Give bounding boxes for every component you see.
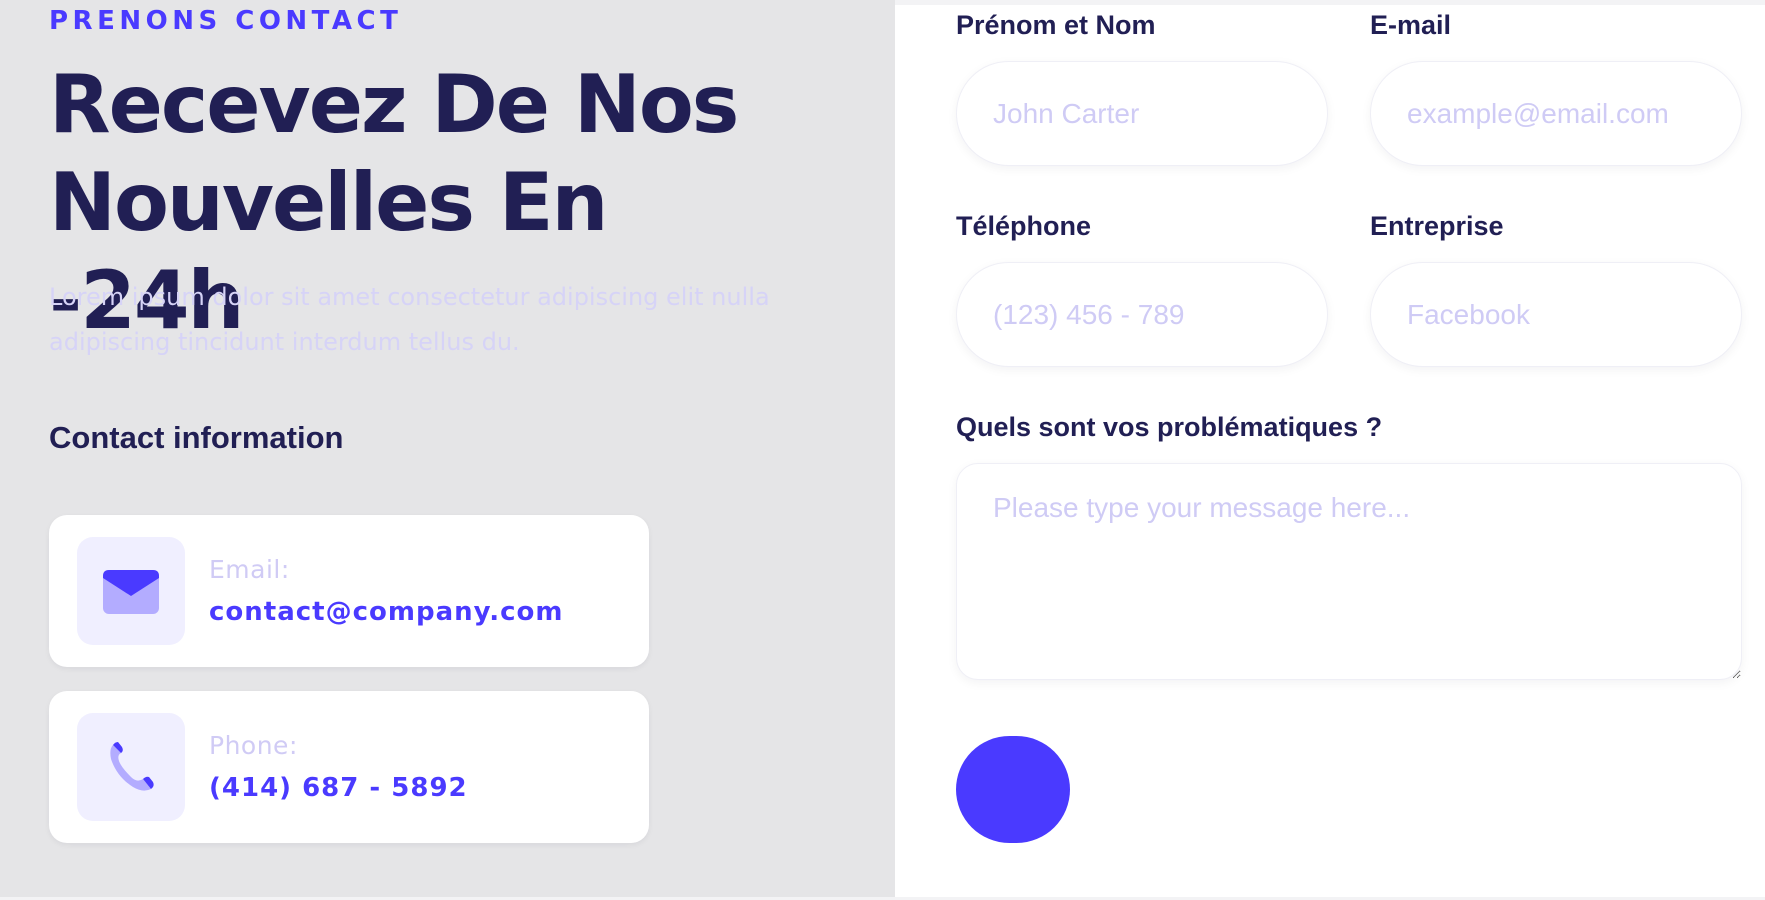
- section-eyebrow: PRENONS CONTACT: [49, 6, 403, 36]
- phone-contact-card: Phone: (414) 687 - 5892: [49, 691, 649, 843]
- page-title-line-1: Recevez De Nos: [49, 58, 739, 151]
- company-input[interactable]: [1370, 262, 1742, 367]
- phone-icon: [77, 713, 185, 821]
- email-label: Email:: [209, 555, 290, 584]
- message-textarea[interactable]: [956, 463, 1742, 680]
- submit-button[interactable]: [956, 736, 1070, 843]
- name-input[interactable]: [956, 61, 1328, 166]
- intro-paragraph: Lorem ipsum dolor sit amet consectetur a…: [49, 283, 770, 356]
- message-label: Quels sont vos problématiques ?: [956, 412, 1383, 442]
- name-label: Prénom et Nom: [956, 10, 1156, 40]
- phone-label: Phone:: [209, 731, 298, 760]
- envelope-icon: [77, 537, 185, 645]
- company-label: Entreprise: [1370, 211, 1504, 241]
- contact-intro-panel: PRENONS CONTACT Recevez De Nos Nouvelles…: [0, 0, 895, 900]
- email-contact-card: Email: contact@company.com: [49, 515, 649, 667]
- contact-form-panel: Prénom et Nom E-mail Téléphone Entrepris…: [895, 5, 1765, 897]
- email-input[interactable]: [1370, 61, 1742, 166]
- contact-information-title: Contact information: [49, 420, 344, 455]
- email-link[interactable]: contact@company.com: [209, 597, 563, 627]
- phone-field-label: Téléphone: [956, 211, 1092, 241]
- phone-input[interactable]: [956, 262, 1328, 367]
- phone-link[interactable]: (414) 687 - 5892: [209, 773, 468, 803]
- email-field-label: E-mail: [1370, 10, 1452, 40]
